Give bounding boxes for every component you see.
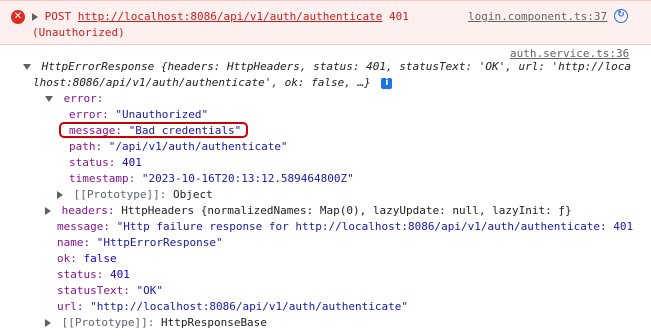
field-key: error: (69, 108, 109, 121)
tree-field-row: path: "/api/v1/auth/authenticate" (69, 139, 288, 155)
field-key: url: (57, 300, 84, 313)
field-key: ok: (57, 252, 77, 265)
expand-arrow-icon[interactable] (45, 207, 51, 215)
prototype-value: HttpResponseBase (160, 316, 267, 329)
field-key: name: (57, 236, 91, 249)
tree-field-row: name: "HttpErrorResponse" (57, 235, 223, 251)
field-value: false (83, 252, 117, 265)
status-code: 401 (389, 10, 409, 23)
field-value: "http://localhost:8086/api/v1/auth/authe… (90, 300, 409, 313)
summary-text-part2: lhost:8086/api/v1/auth/authenticate', ok… (33, 76, 371, 89)
log-summary-line[interactable]: HttpErrorResponse {headers: HttpHeaders,… (23, 59, 631, 75)
tree-field-row: message: "Http failure response for http… (57, 219, 633, 235)
field-key: timestamp: (69, 172, 136, 185)
error-circle-icon: ✕ (11, 10, 25, 24)
prototype-row[interactable]: [[Prototype]]: HttpResponseBase (45, 315, 267, 331)
error-key: error: (63, 92, 104, 105)
field-value: "2023-10-16T20:13:12.589464800Z" (141, 172, 354, 185)
field-value: "/api/v1/auth/authenticate" (108, 140, 288, 153)
tree-field-row: timestamp: "2023-10-16T20:13:12.58946480… (69, 171, 354, 187)
info-icon[interactable]: i (381, 77, 393, 89)
error-object-row[interactable]: error: (45, 91, 103, 107)
field-key: message: (57, 220, 110, 233)
field-key: status: (57, 268, 104, 281)
expand-arrow-icon[interactable] (45, 319, 51, 327)
prototype-row[interactable]: [[Prototype]]: Object (57, 187, 213, 203)
source-link-login-component[interactable]: login.component.ts:37 (468, 10, 607, 23)
prototype-key: [[Prototype]]: (73, 188, 167, 201)
field-value: "HttpErrorResponse" (96, 236, 223, 249)
field-key: statusText: (57, 284, 130, 297)
tree-field-row: statusText: "OK" (57, 283, 163, 299)
field-key: status: (69, 156, 116, 169)
collapse-arrow-icon[interactable] (23, 64, 31, 70)
summary-text-part1: HttpErrorResponse {headers: HttpHeaders,… (41, 60, 632, 73)
headers-key: headers: (61, 204, 115, 217)
tree-field-row: status: 401 (69, 155, 142, 171)
expand-arrow-icon[interactable] (32, 13, 38, 21)
status-text: (Unauthorized) (32, 26, 125, 39)
console-error-message: ✕ POST http://localhost:8086/api/v1/auth… (0, 0, 651, 45)
tree-field-row: status: 401 (57, 267, 130, 283)
request-url-link[interactable]: http://localhost:8086/api/v1/auth/authen… (78, 10, 383, 23)
prototype-key: [[Prototype]]: (61, 316, 155, 329)
prototype-value: Object (172, 188, 213, 201)
field-value: "OK" (136, 284, 163, 297)
network-error-line[interactable]: POST http://localhost:8086/api/v1/auth/a… (32, 10, 409, 23)
open-in-source-icon[interactable]: ↻ (614, 9, 628, 23)
tree-field-row: ok: false (57, 251, 117, 267)
field-value: 401 (109, 268, 130, 281)
collapse-arrow-icon[interactable] (45, 96, 53, 102)
field-value: "Unauthorized" (115, 108, 209, 121)
field-key: path: (69, 140, 103, 153)
http-method: POST (44, 10, 72, 23)
field-value: "Http failure response for http://localh… (116, 220, 634, 233)
log-summary-line-2: lhost:8086/api/v1/auth/authenticate', ok… (33, 75, 393, 91)
headers-value: HttpHeaders {normalizedNames: Map(0), la… (121, 204, 572, 217)
annotation-highlight-box (59, 122, 248, 138)
headers-row[interactable]: headers: HttpHeaders {normalizedNames: M… (45, 203, 572, 219)
tree-field-row: url: "http://localhost:8086/api/v1/auth/… (57, 299, 408, 315)
expand-arrow-icon[interactable] (57, 191, 63, 199)
field-value: 401 (121, 156, 142, 169)
tree-field-row: error: "Unauthorized" (69, 107, 208, 123)
